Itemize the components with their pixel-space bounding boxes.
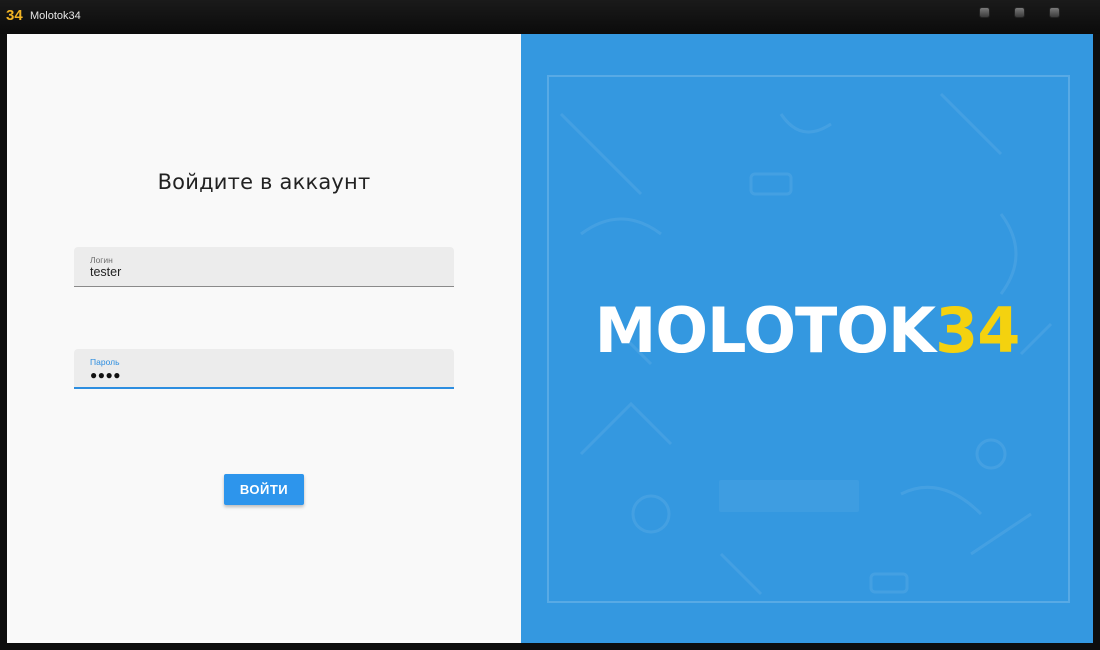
close-icon[interactable] [1049, 7, 1060, 18]
app-window: Войдите в аккаунт Логин tester Пароль ●●… [7, 34, 1093, 643]
login-label: Логин [90, 255, 113, 265]
brand-panel: MOLOTOK34 [521, 34, 1093, 643]
logo-word: MOLOTOK [594, 294, 936, 367]
password-input[interactable]: ●●●● [90, 367, 121, 383]
app-icon: 34 [6, 7, 23, 24]
login-panel: Войдите в аккаунт Логин tester Пароль ●●… [7, 34, 521, 643]
title-bar: 34 Molotok34 [0, 0, 1100, 34]
logo-number: 34 [935, 294, 1020, 367]
faded-button-shape [719, 480, 859, 512]
login-input[interactable]: tester [90, 265, 121, 280]
minimize-icon[interactable] [979, 7, 990, 18]
window-title: Molotok34 [30, 10, 81, 22]
password-field[interactable]: Пароль ●●●● [74, 349, 454, 389]
maximize-icon[interactable] [1014, 7, 1025, 18]
password-label: Пароль [90, 357, 120, 367]
login-field[interactable]: Логин tester [74, 247, 454, 287]
brand-logo: MOLOTOK34 [521, 296, 1093, 366]
page-title: Войдите в аккаунт [157, 170, 371, 194]
login-button[interactable]: ВОЙТИ [224, 474, 304, 505]
